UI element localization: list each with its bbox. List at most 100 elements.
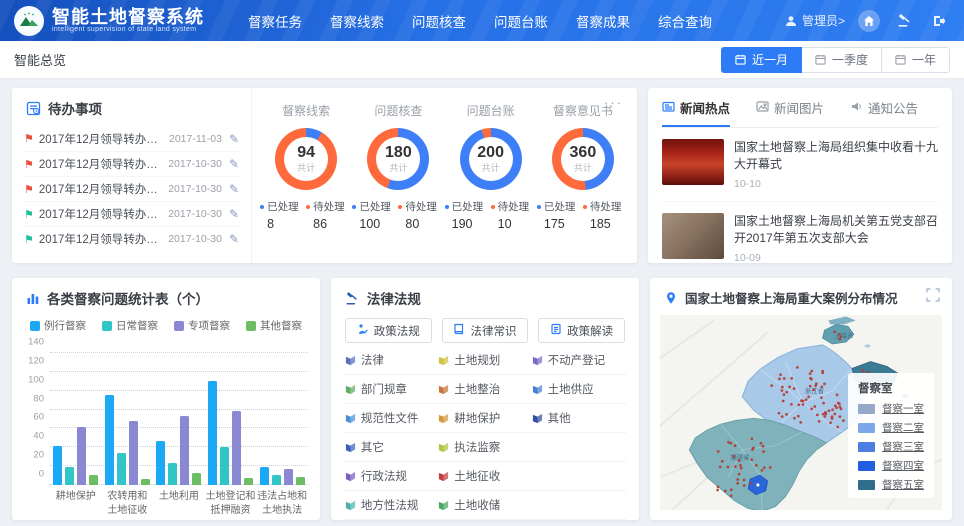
- news-tab-通知公告[interactable]: 通知公告: [850, 98, 918, 127]
- bar-例行督察[interactable]: [105, 395, 114, 485]
- home-icon[interactable]: [858, 10, 880, 32]
- law-link-法律[interactable]: 法律: [345, 346, 438, 374]
- todo-item[interactable]: ⚑2017年12月领导转办督察线索2017-10-30✎: [24, 201, 239, 226]
- time-filter-一季度[interactable]: 一季度: [801, 47, 882, 73]
- bar-例行督察[interactable]: [208, 381, 217, 485]
- nav-item-3[interactable]: 问题核查: [412, 11, 466, 31]
- news-tab-新闻热点[interactable]: 新闻热点: [662, 98, 730, 127]
- bar-专项督察[interactable]: [129, 421, 138, 485]
- law-link-其他[interactable]: 其他: [532, 404, 625, 432]
- law-row: 行政法规土地征收: [345, 462, 625, 491]
- todo-item-date: 2017-10-30: [168, 158, 222, 170]
- case-distribution-map[interactable]: 上海市浙江省福建省 督察室 督察一室督察二室督察三室督察四室督察五室: [660, 315, 942, 510]
- law-link-耕地保护[interactable]: 耕地保护: [438, 404, 531, 432]
- case-dot: [719, 466, 722, 469]
- time-filter-一年[interactable]: 一年: [881, 47, 950, 73]
- fullscreen-icon[interactable]: [926, 288, 940, 302]
- nav-item-6[interactable]: 综合查询: [658, 11, 712, 31]
- map-legend-督察一室[interactable]: 督察一室: [858, 401, 924, 416]
- logout-icon[interactable]: [928, 10, 950, 32]
- processed-value: 190: [445, 217, 491, 231]
- case-dot: [834, 413, 837, 416]
- law-button-政策法规[interactable]: 政策法规: [345, 318, 432, 343]
- bar-日常督察[interactable]: [168, 463, 177, 485]
- bar-其他督察[interactable]: [244, 478, 253, 485]
- todo-item[interactable]: ⚑2017年12月领导转办督察线索2017-10-30✎: [24, 151, 239, 176]
- news-thumbnail[interactable]: [662, 139, 724, 185]
- law-link-司法解释[interactable]: 司法解释: [345, 520, 438, 526]
- news-item[interactable]: 国家土地督察上海局机关第五党支部召开2017年第五次支部大会10-09: [662, 202, 938, 275]
- todo-item-date: 2017-11-03: [169, 133, 222, 145]
- time-filter-近一月[interactable]: 近一月: [721, 47, 802, 73]
- bar-其他督察[interactable]: [89, 475, 98, 485]
- todo-item[interactable]: ⚑2017年12月领导转办督察线索2017-10-30✎: [24, 226, 239, 251]
- bar-例行督察[interactable]: [156, 441, 165, 485]
- law-link-其它[interactable]: 其它: [345, 433, 438, 461]
- edit-pencil-icon[interactable]: ✎: [229, 207, 239, 221]
- card-more-menu[interactable]: ···: [604, 96, 623, 109]
- nav-item-2[interactable]: 督察线索: [330, 11, 384, 31]
- case-dot: [814, 384, 817, 387]
- todo-item[interactable]: ⚑2017年12月领导转办督察线索2017-11-03✎: [24, 126, 239, 151]
- edit-pencil-icon[interactable]: ✎: [229, 132, 239, 146]
- map-legend-督察三室[interactable]: 督察三室: [858, 439, 924, 454]
- todo-title: 待办事项: [48, 98, 102, 118]
- time-filter-label: 一年: [912, 51, 936, 68]
- legend-item-例行督察[interactable]: 例行督察: [30, 318, 86, 333]
- bar-其他督察[interactable]: [192, 473, 201, 485]
- bar-专项督察[interactable]: [180, 416, 189, 485]
- law-button-政策解读[interactable]: 政策解读: [538, 318, 625, 343]
- bar-日常督察[interactable]: [65, 467, 74, 485]
- case-dot: [781, 389, 784, 392]
- bar-专项督察[interactable]: [232, 411, 241, 485]
- bar-例行督察[interactable]: [53, 446, 62, 485]
- bar-日常督察[interactable]: [220, 447, 229, 485]
- map-legend-督察二室[interactable]: 督察二室: [858, 420, 924, 435]
- law-link-不动产登记[interactable]: 不动产登记: [532, 346, 625, 374]
- edit-pencil-icon[interactable]: ✎: [229, 182, 239, 196]
- law-link-土地整治[interactable]: 土地整治: [438, 375, 531, 403]
- law-link-地方性法规[interactable]: 地方性法规: [345, 491, 438, 519]
- legend-item-专项督察[interactable]: 专项督察: [174, 318, 230, 333]
- legend-item-其他督察[interactable]: 其他督察: [246, 318, 302, 333]
- user-menu[interactable]: 管理员>: [785, 12, 845, 29]
- edit-pencil-icon[interactable]: ✎: [229, 157, 239, 171]
- legend-dot-pending: [491, 205, 495, 209]
- bar-专项督察[interactable]: [284, 469, 293, 485]
- news-item-body: 国家土地督察上海局机关第五党支部召开2017年第五次支部大会10-09: [734, 213, 938, 264]
- map-legend-督察五室[interactable]: 督察五室: [858, 477, 924, 492]
- nav-item-5[interactable]: 督察成果: [576, 11, 630, 31]
- bar-日常督察[interactable]: [272, 475, 281, 485]
- gavel-icon[interactable]: [893, 10, 915, 32]
- legend-pending: 待处理: [491, 199, 537, 214]
- map-legend-督察四室[interactable]: 督察四室: [858, 458, 924, 473]
- law-cell-empty: [532, 520, 625, 526]
- bar-其他督察[interactable]: [296, 477, 305, 485]
- law-link-部门规章[interactable]: 部门规章: [345, 375, 438, 403]
- law-link-土地收储[interactable]: 土地收储: [438, 491, 531, 519]
- law-link-执法监察[interactable]: 执法监察: [438, 433, 531, 461]
- legend-item-日常督察[interactable]: 日常督察: [102, 318, 158, 333]
- bar-专项督察[interactable]: [77, 427, 86, 485]
- bar-其他督察[interactable]: [141, 479, 150, 485]
- law-link-土地征收[interactable]: 土地征收: [438, 462, 531, 490]
- news-tab-新闻图片[interactable]: 新闻图片: [756, 98, 824, 127]
- todo-item[interactable]: ⚑2017年12月领导转办督察线索2017-10-30✎: [24, 176, 239, 201]
- law-link-土地规划[interactable]: 土地规划: [438, 346, 531, 374]
- case-dot: [838, 333, 841, 336]
- edit-pencil-icon[interactable]: ✎: [229, 232, 239, 246]
- case-dot: [793, 387, 796, 390]
- law-link-行政法规[interactable]: 行政法规: [345, 462, 438, 490]
- news-item[interactable]: 国家土地督察上海局组织集中收看十九大开幕式10-10: [662, 128, 938, 202]
- law-button-法律常识[interactable]: 法律常识: [442, 318, 529, 343]
- bar-例行督察[interactable]: [260, 467, 269, 485]
- bar-日常督察[interactable]: [117, 453, 126, 485]
- nav-item-1[interactable]: 督察任务: [248, 11, 302, 31]
- nav-item-4[interactable]: 问题台账: [494, 11, 548, 31]
- book-icon: [532, 355, 543, 366]
- law-link-规范性文件[interactable]: 规范性文件: [345, 404, 438, 432]
- law-link-土地供应[interactable]: 土地供应: [532, 375, 625, 403]
- law-link-信息化管理[interactable]: 信息化管理: [438, 520, 531, 526]
- donut-chart: 问题台账200共计已处理待处理19010: [445, 102, 537, 263]
- news-thumbnail[interactable]: [662, 213, 724, 259]
